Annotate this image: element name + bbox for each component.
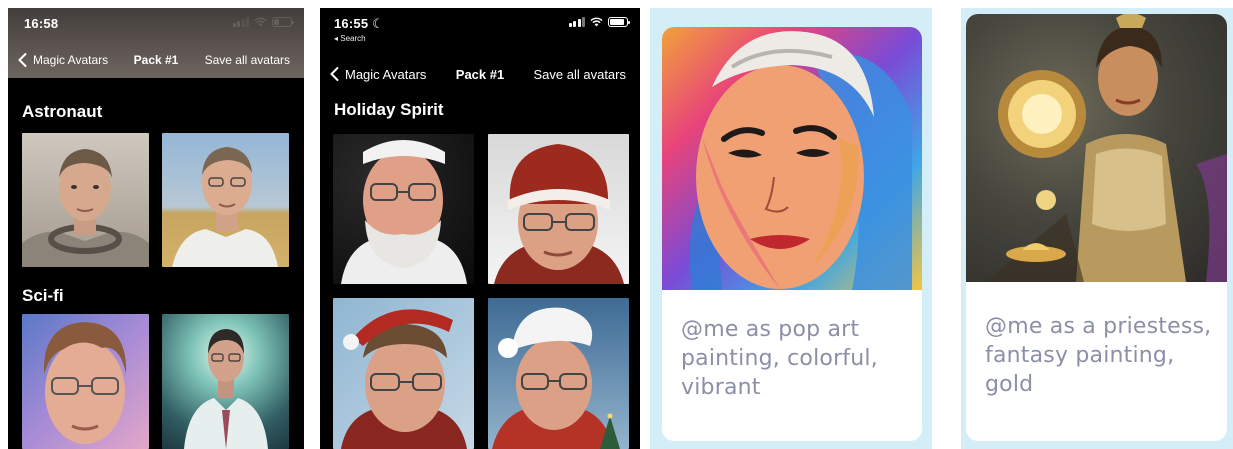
prompt-text: @me as a priestess, fantasy painting, go… xyxy=(985,312,1215,399)
status-time-text: 16:55 xyxy=(334,16,369,31)
avatar-portrait xyxy=(341,140,467,284)
prompt-line: gold xyxy=(985,372,1034,397)
back-to-app-link[interactable]: ◂ Search xyxy=(334,34,366,43)
avatar-portrait xyxy=(43,322,127,444)
prompt-card-pop-art: @me as pop art painting, colorful, vibra… xyxy=(650,8,932,449)
prompt-card[interactable]: @me as a priestess, fantasy painting, go… xyxy=(966,14,1227,441)
avatar-portrait xyxy=(494,144,624,284)
phone-screenshot-holiday: 16:55 ☾ ◂ Search Magic Avatars Pack #1 S… xyxy=(320,8,640,449)
avatar-portrait xyxy=(172,147,278,267)
prompt-line: vibrant xyxy=(681,375,761,400)
cellular-signal-icon xyxy=(568,17,585,27)
avatar-portrait xyxy=(184,329,268,449)
battery-icon xyxy=(608,17,630,27)
status-time: 16:55 ☾ xyxy=(334,16,384,32)
avatar-portrait xyxy=(341,309,467,449)
section-title-sci-fi: Sci-fi xyxy=(22,286,64,305)
avatar-holiday-1[interactable] xyxy=(333,134,474,284)
section-title-holiday-spirit: Holiday Spirit xyxy=(334,100,444,119)
avatar-portrait xyxy=(492,307,620,449)
navigation-bar: Magic Avatars Pack #1 Save all avatars xyxy=(320,60,640,90)
prompt-card[interactable]: @me as pop art painting, colorful, vibra… xyxy=(662,27,922,441)
avatar-astronaut-2[interactable] xyxy=(162,133,289,267)
avatar-portrait xyxy=(22,149,149,267)
status-overlay: 16:58 xyxy=(8,8,304,38)
status-time-overlay: 16:58 xyxy=(24,16,59,31)
avatar-astronaut-1[interactable] xyxy=(22,133,149,267)
pop-art-portrait xyxy=(689,31,912,290)
navigation-bar: Magic Avatars Pack #1 Save all avatars xyxy=(8,46,304,76)
status-bar: 16:55 ☾ xyxy=(320,8,640,38)
avatar-holiday-3[interactable] xyxy=(333,298,474,449)
avatar-sci-fi-2[interactable] xyxy=(162,314,289,449)
wifi-icon xyxy=(590,17,603,27)
avatar-holiday-4[interactable] xyxy=(488,298,629,449)
avatar-sci-fi-1[interactable] xyxy=(22,314,149,449)
prompt-card-priestess: @me as a priestess, fantasy painting, go… xyxy=(961,8,1233,449)
moon-icon: ☾ xyxy=(372,16,384,31)
prompt-text: @me as pop art painting, colorful, vibra… xyxy=(681,315,910,402)
prompt-line: painting, colorful, xyxy=(681,346,878,371)
pop-art-image xyxy=(662,27,922,290)
avatar-holiday-2[interactable] xyxy=(488,134,629,284)
priestess-portrait xyxy=(986,14,1227,282)
priestess-image xyxy=(966,14,1227,282)
section-title-astronaut: Astronaut xyxy=(22,102,103,121)
save-all-avatars-button[interactable]: Save all avatars xyxy=(534,67,627,82)
prompt-line: @me as a priestess, xyxy=(985,314,1212,339)
prompt-line: @me as pop art xyxy=(681,317,860,342)
prompt-line: fantasy painting, xyxy=(985,343,1175,368)
status-icons xyxy=(568,17,630,27)
phone-screenshot-astronaut: 16:58 Magic Avatars Pack #1 Save all ava… xyxy=(8,8,304,449)
save-all-avatars-button[interactable]: Save all avatars xyxy=(205,53,290,67)
